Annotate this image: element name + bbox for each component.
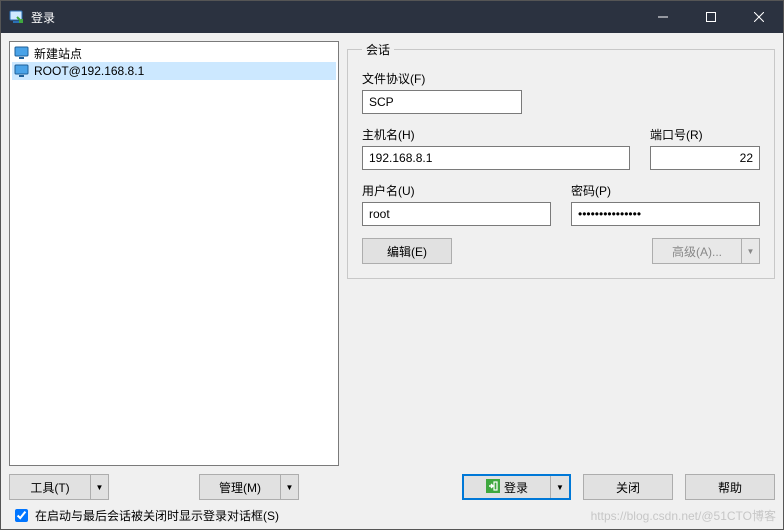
protocol-label: 文件协议(F) (362, 70, 760, 87)
chevron-down-icon: ▼ (91, 474, 109, 500)
maximize-button[interactable] (687, 1, 735, 33)
app-icon (9, 9, 25, 25)
dialog-body: 新建站点 ROOT@192.168.8.1 会话 文件协议(F) (1, 33, 783, 474)
show-login-checkbox-input[interactable] (15, 509, 28, 522)
button-row: 工具(T) ▼ 管理(M) ▼ 登录 ▼ (9, 474, 775, 500)
tree-item-label: 新建站点 (34, 45, 82, 62)
session-fieldset: 会话 文件协议(F) 主机名(H) 端口号(R) (347, 41, 775, 279)
username-field[interactable] (362, 202, 551, 226)
tree-item-label: ROOT@192.168.8.1 (34, 64, 144, 78)
close-dialog-button[interactable]: 关闭 (583, 474, 673, 500)
manage-button[interactable]: 管理(M) ▼ (199, 474, 299, 500)
close-button[interactable] (735, 1, 783, 33)
edit-button[interactable]: 编辑(E) (362, 238, 452, 264)
chevron-down-icon: ▼ (281, 474, 299, 500)
password-field[interactable] (571, 202, 760, 226)
right-pane: 会话 文件协议(F) 主机名(H) 端口号(R) (347, 41, 775, 466)
tools-button[interactable]: 工具(T) ▼ (9, 474, 109, 500)
login-icon (486, 479, 500, 496)
login-button-label: 登录 (504, 479, 528, 496)
chevron-down-icon[interactable]: ▼ (551, 476, 569, 498)
username-label: 用户名(U) (362, 182, 551, 199)
advanced-button-label: 高级(A)... (652, 238, 742, 264)
window-title: 登录 (31, 9, 55, 26)
bottom-bar: 工具(T) ▼ 管理(M) ▼ 登录 ▼ (1, 474, 783, 529)
login-window: 登录 新建站点 (0, 0, 784, 530)
advanced-button: 高级(A)... ▼ (652, 238, 760, 264)
session-legend: 会话 (362, 41, 394, 58)
login-button[interactable]: 登录 ▼ (462, 474, 571, 500)
titlebar[interactable]: 登录 (1, 1, 783, 33)
minimize-button[interactable] (639, 1, 687, 33)
tree-item-root-session[interactable]: ROOT@192.168.8.1 (12, 62, 336, 80)
show-login-checkbox-label: 在启动与最后会话被关闭时显示登录对话框(S) (35, 507, 279, 524)
host-label: 主机名(H) (362, 126, 630, 143)
chevron-down-icon: ▼ (742, 238, 760, 264)
left-pane: 新建站点 ROOT@192.168.8.1 (9, 41, 339, 466)
host-field[interactable] (362, 146, 630, 170)
site-tree[interactable]: 新建站点 ROOT@192.168.8.1 (9, 41, 339, 466)
show-login-checkbox[interactable]: 在启动与最后会话被关闭时显示登录对话框(S) (9, 506, 775, 525)
port-label: 端口号(R) (650, 126, 760, 143)
help-button[interactable]: 帮助 (685, 474, 775, 500)
monitor-icon (14, 46, 30, 60)
monitor-icon (14, 64, 30, 78)
tree-item-new-site[interactable]: 新建站点 (12, 44, 336, 62)
protocol-field[interactable] (362, 90, 522, 114)
port-field[interactable] (650, 146, 760, 170)
password-label: 密码(P) (571, 182, 760, 199)
